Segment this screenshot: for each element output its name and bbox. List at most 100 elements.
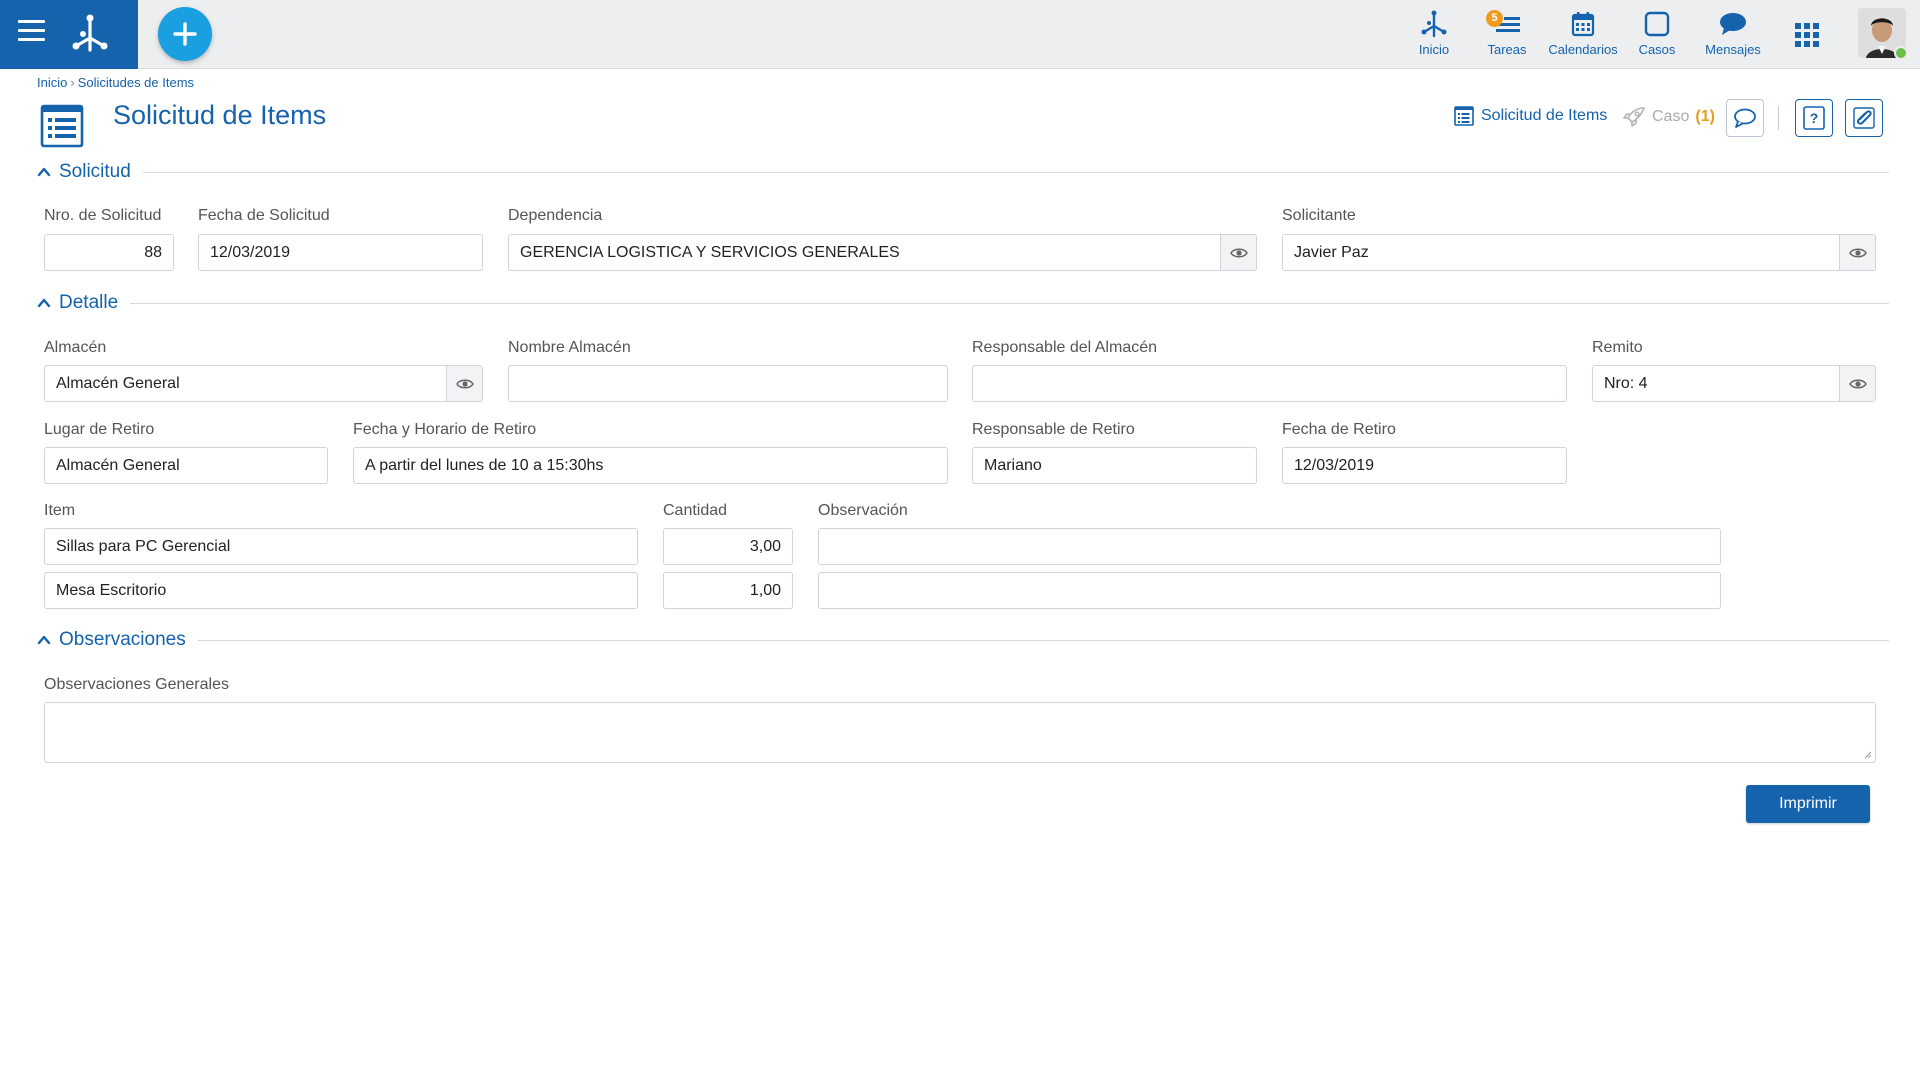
- nombre-almacen-label: Nombre Almacén: [508, 339, 631, 356]
- page-title: Solicitud de Items: [113, 100, 327, 130]
- case-label: Caso: [1652, 108, 1690, 125]
- help-icon: ?: [1803, 106, 1825, 130]
- add-button[interactable]: [158, 7, 212, 61]
- observacion-column-label: Observación: [818, 502, 908, 519]
- dependencia-field[interactable]: GERENCIA LOGISTICA Y SERVICIOS GENERALES: [508, 234, 1257, 271]
- app-logo-icon[interactable]: [68, 12, 112, 56]
- almacen-value: Almacén General: [56, 374, 180, 392]
- fecha-solicitud-field[interactable]: 12/03/2019: [198, 234, 483, 271]
- lugar-retiro-label: Lugar de Retiro: [44, 421, 155, 438]
- print-button[interactable]: Imprimir: [1746, 785, 1870, 823]
- dependencia-label: Dependencia: [508, 207, 603, 224]
- nro-solicitud-label: Nro. de Solicitud: [44, 207, 162, 224]
- section-divider: [142, 171, 1889, 173]
- remito-field[interactable]: Nro: 4: [1592, 365, 1876, 402]
- calendar-icon: [1571, 12, 1595, 37]
- observacion-field[interactable]: [818, 528, 1721, 565]
- section-divider: [130, 302, 1889, 304]
- nav-inicio[interactable]: Inicio: [1412, 8, 1456, 64]
- breadcrumb-home[interactable]: Inicio: [37, 75, 67, 90]
- header-divider: [1778, 106, 1779, 130]
- help-button[interactable]: ?: [1795, 99, 1833, 137]
- fecha-retiro-label: Fecha de Retiro: [1282, 421, 1396, 438]
- comments-button[interactable]: [1726, 99, 1764, 137]
- dependencia-value: GERENCIA LOGISTICA Y SERVICIOS GENERALES: [520, 243, 900, 261]
- breadcrumb-separator: ›: [70, 75, 75, 90]
- hamburger-menu-icon[interactable]: [18, 20, 45, 47]
- section-detalle-header[interactable]: Detalle: [37, 291, 1889, 315]
- observaciones-generales-textarea[interactable]: [44, 702, 1876, 763]
- section-solicitud-title: Solicitud: [59, 161, 131, 182]
- flow-icon: [1421, 10, 1447, 38]
- cantidad-column-label: Cantidad: [663, 502, 728, 519]
- comment-icon: [1734, 108, 1756, 128]
- observaciones-generales-label: Observaciones Generales: [44, 676, 229, 693]
- cantidad-field[interactable]: 3,00: [663, 528, 793, 565]
- eye-icon: [455, 379, 474, 388]
- chevron-up-icon: [37, 167, 51, 177]
- attachments-button[interactable]: [1845, 99, 1883, 137]
- case-count: (1): [1695, 108, 1715, 125]
- form-icon: [1454, 106, 1474, 126]
- solicitante-field[interactable]: Javier Paz: [1282, 234, 1876, 271]
- case-link[interactable]: Caso (1): [1622, 106, 1715, 128]
- responsable-almacen-field[interactable]: [972, 365, 1567, 402]
- nav-tareas[interactable]: 5 Tareas: [1484, 8, 1530, 64]
- form-link[interactable]: Solicitud de Items: [1454, 106, 1607, 126]
- nav-casos-label: Casos: [1638, 42, 1676, 57]
- nav-casos[interactable]: Casos: [1636, 8, 1678, 64]
- solicitante-value: Javier Paz: [1294, 243, 1369, 261]
- fecha-solicitud-label: Fecha de Solicitud: [198, 207, 330, 224]
- cantidad-field[interactable]: 1,00: [663, 572, 793, 609]
- resize-grip-icon[interactable]: [1862, 749, 1872, 759]
- chevron-up-icon: [37, 635, 51, 645]
- online-status-indicator: [1894, 46, 1908, 60]
- user-avatar[interactable]: [1858, 8, 1908, 60]
- item-field[interactable]: Mesa Escritorio: [44, 572, 638, 609]
- nro-solicitud-field[interactable]: 88: [44, 234, 174, 271]
- lugar-retiro-field[interactable]: Almacén General: [44, 447, 328, 484]
- remito-value: Nro: 4: [1604, 374, 1648, 392]
- section-observaciones-title: Observaciones: [59, 629, 186, 650]
- remito-label: Remito: [1592, 339, 1643, 356]
- almacen-label: Almacén: [44, 339, 107, 356]
- chevron-up-icon: [37, 298, 51, 308]
- form-link-label: Solicitud de Items: [1481, 107, 1608, 124]
- eye-icon: [1848, 248, 1867, 257]
- section-solicitud-header[interactable]: Solicitud: [37, 160, 1889, 184]
- paperclip-icon: [1853, 107, 1875, 129]
- eye-icon: [1229, 248, 1248, 257]
- nav-tareas-label: Tareas: [1487, 42, 1527, 57]
- almacen-view-button[interactable]: [446, 366, 482, 401]
- nav-calendarios[interactable]: Calendarios: [1545, 8, 1621, 64]
- item-column-label: Item: [44, 502, 76, 519]
- breadcrumb: Inicio › Solicitudes de Items: [37, 75, 194, 90]
- section-divider: [197, 639, 1889, 641]
- top-bar: Inicio 5 Tareas Calendarios Casos Mensaj…: [0, 0, 1920, 69]
- case-icon: [1644, 11, 1670, 37]
- responsable-retiro-label: Responsable de Retiro: [972, 421, 1135, 438]
- message-icon: [1720, 13, 1746, 35]
- nav-inicio-label: Inicio: [1418, 42, 1450, 57]
- horario-retiro-field[interactable]: A partir del lunes de 10 a 15:30hs: [353, 447, 948, 484]
- section-observaciones-header[interactable]: Observaciones: [37, 628, 1889, 652]
- breadcrumb-current[interactable]: Solicitudes de Items: [78, 75, 194, 90]
- section-detalle-title: Detalle: [59, 292, 119, 313]
- solicitante-view-button[interactable]: [1839, 235, 1875, 270]
- plus-icon: [173, 22, 197, 46]
- remito-view-button[interactable]: [1839, 366, 1875, 401]
- nav-mensajes[interactable]: Mensajes: [1700, 8, 1766, 64]
- horario-retiro-label: Fecha y Horario de Retiro: [353, 421, 537, 438]
- observacion-field[interactable]: [818, 572, 1721, 609]
- responsable-retiro-field[interactable]: Mariano: [972, 447, 1257, 484]
- dependencia-view-button[interactable]: [1220, 235, 1256, 270]
- apps-grid-icon[interactable]: [1794, 22, 1820, 48]
- nombre-almacen-field[interactable]: [508, 365, 948, 402]
- svg-text:?: ?: [1810, 110, 1819, 126]
- almacen-field[interactable]: Almacén General: [44, 365, 483, 402]
- nav-calendarios-label: Calendarios: [1548, 42, 1618, 57]
- nav-mensajes-label: Mensajes: [1705, 42, 1761, 57]
- fecha-retiro-field[interactable]: 12/03/2019: [1282, 447, 1567, 484]
- tasks-badge: 5: [1486, 10, 1503, 27]
- item-field[interactable]: Sillas para PC Gerencial: [44, 528, 638, 565]
